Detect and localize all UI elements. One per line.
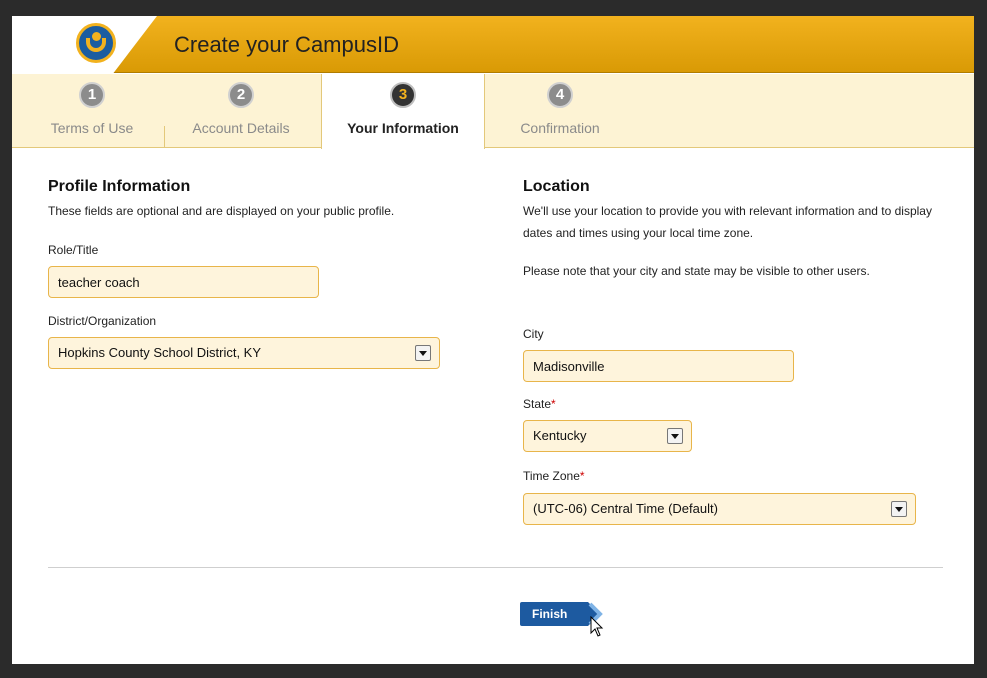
- step-confirmation[interactable]: 4 Confirmation: [509, 74, 611, 148]
- dropdown-arrow-icon[interactable]: [667, 428, 683, 444]
- step-terms-of-use[interactable]: 1 Terms of Use: [40, 74, 144, 148]
- campusid-logo-icon: [76, 23, 116, 63]
- district-label: District/Organization: [48, 314, 157, 328]
- timezone-label-text: Time Zone: [523, 469, 580, 483]
- form-divider: [48, 567, 943, 568]
- dropdown-arrow-icon[interactable]: [415, 345, 431, 361]
- city-input[interactable]: [523, 350, 794, 382]
- step-label: Terms of Use: [50, 120, 134, 136]
- role-input[interactable]: [48, 266, 319, 298]
- page-title: Create your CampusID: [174, 32, 399, 57]
- timezone-label: Time Zone*: [523, 469, 585, 483]
- location-description: We'll use your location to provide you w…: [523, 204, 932, 240]
- step-label: Account Details: [192, 120, 290, 136]
- step-label: Confirmation: [520, 120, 600, 136]
- step-your-information[interactable]: 3 Your Information: [321, 74, 485, 149]
- step-account-details[interactable]: 2 Account Details: [180, 74, 302, 148]
- state-label-text: State: [523, 397, 552, 411]
- location-visibility-note: Please note that your city and state may…: [523, 264, 870, 278]
- timezone-select[interactable]: (UTC-06) Central Time (Default): [523, 493, 916, 525]
- district-select[interactable]: Hopkins County School District, KY: [48, 337, 440, 369]
- required-marker: *: [551, 397, 556, 411]
- step-4-number-icon: 4: [547, 82, 573, 108]
- dropdown-arrow-icon[interactable]: [891, 501, 907, 517]
- step-3-number-icon: 3: [390, 82, 416, 108]
- state-label: State*: [523, 397, 556, 411]
- signup-window: Create your CampusID 1 Terms of Use 2 Ac…: [12, 16, 974, 664]
- step-divider: [164, 126, 165, 148]
- step-2-number-icon: 2: [228, 82, 254, 108]
- location-section-title: Location: [523, 178, 590, 195]
- profile-description: These fields are optional and are displa…: [48, 204, 395, 218]
- finish-button-label: Finish: [520, 602, 583, 626]
- required-marker: *: [579, 469, 585, 483]
- timezone-selected-value: (UTC-06) Central Time (Default): [533, 501, 718, 516]
- profile-section-title: Profile Information: [48, 178, 191, 195]
- step-progress: 1 Terms of Use 2 Account Details 3 Your …: [12, 74, 974, 149]
- step-label: Your Information: [347, 120, 459, 136]
- step-1-number-icon: 1: [79, 82, 105, 108]
- role-label: Role/Title: [48, 243, 99, 257]
- district-selected-value: Hopkins County School District, KY: [58, 345, 262, 360]
- mouse-cursor-icon: [590, 616, 604, 637]
- header-bar: Create your CampusID: [12, 16, 974, 73]
- state-selected-value: Kentucky: [533, 428, 587, 443]
- city-label: City: [523, 327, 544, 341]
- state-select[interactable]: Kentucky: [523, 420, 692, 452]
